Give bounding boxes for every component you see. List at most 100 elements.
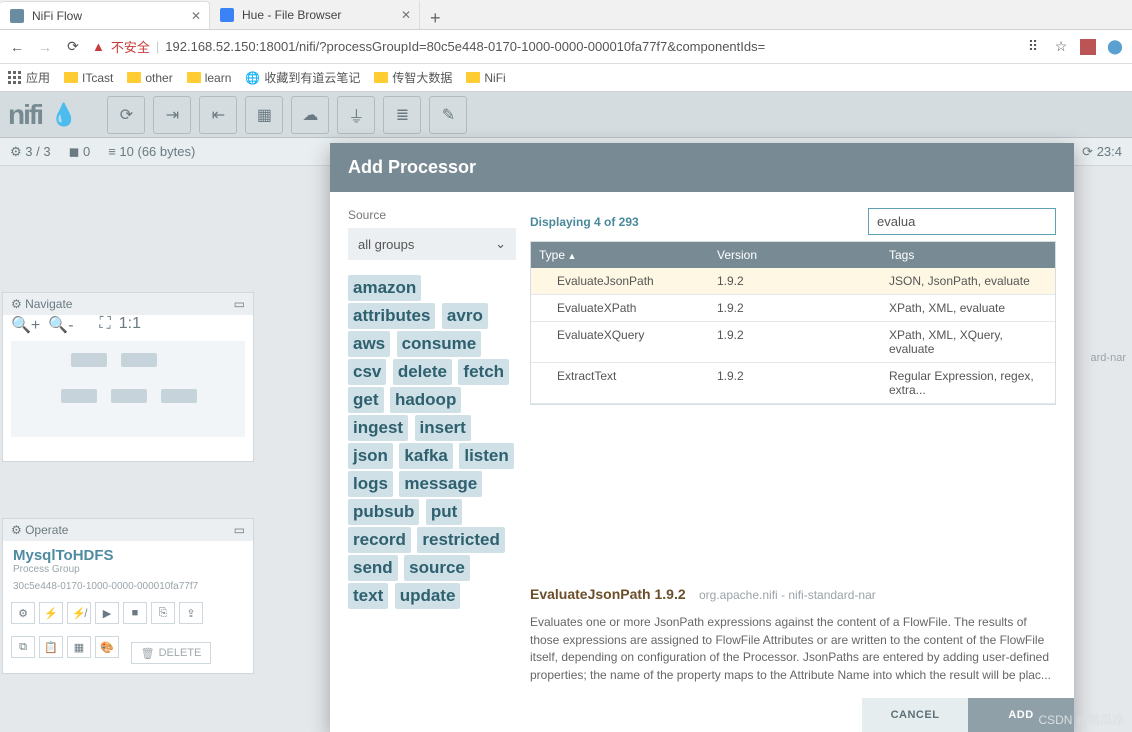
start-icon[interactable]: ▶ (95, 602, 119, 624)
bookmark-itcast[interactable]: ITcast (64, 71, 113, 85)
tag-amazon[interactable]: amazon (348, 275, 421, 301)
tag-hadoop[interactable]: hadoop (390, 387, 461, 413)
output-port-icon[interactable]: ⇤ (199, 96, 237, 134)
table-row[interactable]: EvaluateXPath1.9.2XPath, XML, evaluate (531, 295, 1055, 322)
tag-pubsub[interactable]: pubsub (348, 499, 419, 525)
profile-icon[interactable]: ⬤ (1106, 38, 1124, 55)
tag-restricted[interactable]: restricted (417, 527, 504, 553)
browser-tab-bar: NiFi Flow ✕ Hue - File Browser ✕ + (0, 0, 1132, 30)
tag-logs[interactable]: logs (348, 471, 393, 497)
col-version[interactable]: Version (709, 242, 881, 268)
group-icon[interactable]: ▦ (67, 636, 91, 658)
detail-bundle: org.apache.nifi - nifi-standard-nar (699, 588, 876, 602)
collapse-icon[interactable]: ▭ (234, 523, 245, 537)
actual-icon[interactable]: 1:1 (119, 315, 141, 335)
watermark: CSDN @脑瓜凉 (1038, 711, 1124, 728)
tag-csv[interactable]: csv (348, 359, 386, 385)
stop-icon[interactable]: ■ (123, 602, 147, 624)
bookmark-bigdata[interactable]: 传智大数据 (374, 69, 452, 86)
bookmark-other[interactable]: other (127, 71, 172, 85)
tag-listen[interactable]: listen (459, 443, 513, 469)
tag-cloud: amazon attributes avro aws consume csv d… (348, 274, 516, 610)
url-field[interactable]: ▲ 不安全 | 192.168.52.150:18001/nifi/?proce… (92, 37, 1014, 56)
table-row[interactable]: EvaluateXQuery1.9.2XPath, XML, XQuery, e… (531, 322, 1055, 363)
apps-button[interactable]: 应用 (8, 69, 50, 86)
template-icon[interactable]: ≣ (383, 96, 421, 134)
tag-source[interactable]: source (404, 555, 470, 581)
reload-icon[interactable]: ⟳ (64, 38, 82, 55)
refresh-icon[interactable]: ⟳ 23:4 (1082, 144, 1122, 160)
copy-icon[interactable]: ⧉ (11, 636, 35, 658)
filter-input[interactable] (868, 208, 1056, 235)
source-dropdown[interactable]: all groups ⌄ (348, 228, 516, 260)
tag-message[interactable]: message (399, 471, 482, 497)
configure-icon[interactable]: ⚙ (11, 602, 35, 624)
tag-ingest[interactable]: ingest (348, 415, 408, 441)
forward-icon[interactable]: → (36, 39, 54, 55)
tag-update[interactable]: update (395, 583, 461, 609)
processor-icon[interactable]: ⟳ (107, 96, 145, 134)
dialog-title: Add Processor (330, 143, 1074, 192)
color-icon[interactable]: 🎨 (95, 636, 119, 658)
bookmark-nifi[interactable]: NiFi (466, 71, 505, 85)
browser-tab-hue[interactable]: Hue - File Browser ✕ (210, 1, 420, 29)
zoom-out-icon[interactable]: 🔍- (48, 315, 73, 335)
upload-icon[interactable]: ⇪ (179, 602, 203, 624)
warning-icon: ▲ (92, 39, 105, 54)
col-tags[interactable]: Tags (881, 242, 1055, 268)
funnel-icon[interactable]: ⏚ (337, 96, 375, 134)
star-icon[interactable]: ☆ (1052, 38, 1070, 55)
tag-put[interactable]: put (426, 499, 462, 525)
col-type[interactable]: Type (531, 242, 709, 268)
close-icon[interactable]: ✕ (401, 8, 411, 22)
fit-icon[interactable]: ⛶ (100, 315, 111, 335)
back-icon[interactable]: ← (8, 39, 26, 55)
processor-description: EvaluateJsonPath 1.9.2 org.apache.nifi -… (530, 576, 1056, 698)
process-group-icon[interactable]: ▦ (245, 96, 283, 134)
tag-kafka[interactable]: kafka (399, 443, 452, 469)
template-icon[interactable]: ⎘ (151, 602, 175, 624)
tag-get[interactable]: get (348, 387, 384, 413)
nifi-logo: nifi (8, 99, 42, 131)
tag-aws[interactable]: aws (348, 331, 390, 357)
address-bar: ← → ⟳ ▲ 不安全 | 192.168.52.150:18001/nifi/… (0, 30, 1132, 64)
table-row[interactable]: EvaluateJsonPath1.9.2JSON, JsonPath, eva… (531, 268, 1055, 295)
bookmarks-bar: 应用 ITcast other learn 🌐收藏到有道云笔记 传智大数据 Ni… (0, 64, 1132, 92)
bookmark-youdao[interactable]: 🌐收藏到有道云笔记 (245, 69, 360, 86)
cancel-button[interactable]: CANCEL (862, 698, 968, 732)
minimap[interactable] (11, 341, 245, 437)
gear-icon[interactable]: ⚙ Navigate (11, 297, 72, 311)
tab-title: Hue - File Browser (242, 8, 341, 22)
bookmark-learn[interactable]: learn (187, 71, 232, 85)
translate-icon[interactable]: ⠿ (1024, 38, 1042, 55)
gear-icon[interactable]: ⚙ Operate (11, 523, 68, 537)
tag-delete[interactable]: delete (393, 359, 452, 385)
browser-tab-nifi[interactable]: NiFi Flow ✕ (0, 1, 210, 29)
tag-text[interactable]: text (348, 583, 388, 609)
operate-panel: ⚙ Operate▭ MysqlToHDFS Process Group 30c… (2, 518, 254, 674)
extension-icon[interactable] (1080, 39, 1096, 55)
tag-avro[interactable]: avro (442, 303, 488, 329)
zoom-in-icon[interactable]: 🔍+ (11, 315, 40, 335)
stopped-count: ◼ 0 (69, 144, 91, 160)
delete-button[interactable]: 🗑 DELETE (131, 642, 211, 664)
tag-insert[interactable]: insert (415, 415, 471, 441)
new-tab-button[interactable]: + (420, 8, 451, 29)
paste-icon[interactable]: 📋 (39, 636, 63, 658)
source-label: Source (348, 208, 516, 222)
disable-icon[interactable]: ⚡̸ (67, 602, 91, 624)
enable-icon[interactable]: ⚡ (39, 602, 63, 624)
tag-json[interactable]: json (348, 443, 393, 469)
input-port-icon[interactable]: ⇥ (153, 96, 191, 134)
tag-attributes[interactable]: attributes (348, 303, 435, 329)
label-icon[interactable]: ✎ (429, 96, 467, 134)
tag-record[interactable]: record (348, 527, 411, 553)
tag-send[interactable]: send (348, 555, 398, 581)
tag-consume[interactable]: consume (397, 331, 482, 357)
close-icon[interactable]: ✕ (191, 9, 201, 23)
collapse-icon[interactable]: ▭ (234, 297, 245, 311)
url-text: 192.168.52.150:18001/nifi/?processGroupI… (165, 39, 765, 54)
tag-fetch[interactable]: fetch (458, 359, 509, 385)
remote-group-icon[interactable]: ☁ (291, 96, 329, 134)
table-row[interactable]: ExtractText1.9.2Regular Expression, rege… (531, 363, 1055, 404)
